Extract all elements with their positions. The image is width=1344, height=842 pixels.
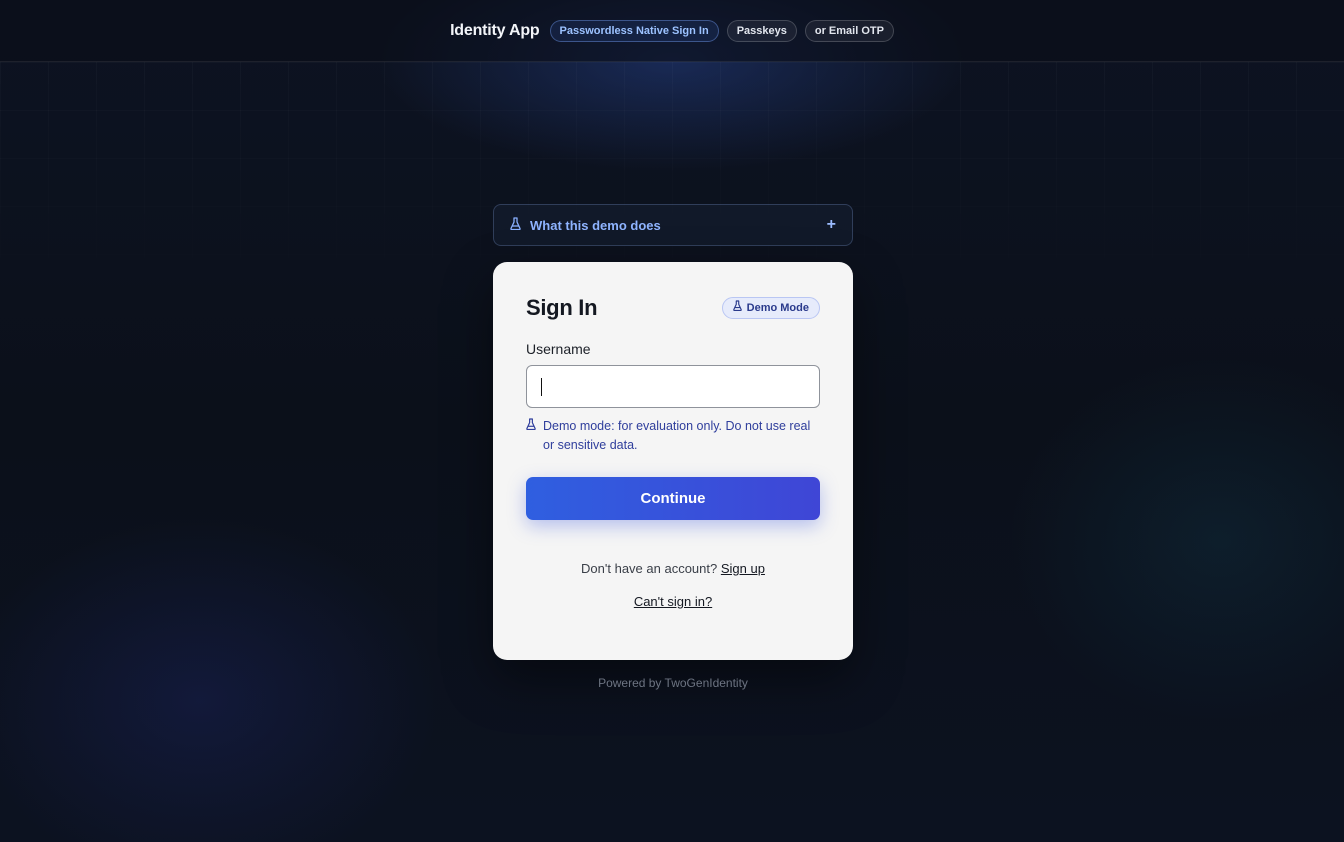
powered-by: Powered by TwoGenIdentity [598,676,748,690]
page-title: Sign In [526,295,598,320]
signup-row: Don't have an account? Sign up [526,561,820,576]
sign-in-card: Sign In Demo Mode Username Demo mode: fo… [493,262,853,660]
plus-icon[interactable]: + [827,216,836,234]
pill-passwordless: Passwordless Native Sign In [549,19,719,42]
hint-text: Demo mode: for evaluation only. Do not u… [543,419,811,452]
flask-icon [526,417,536,455]
cant-sign-in-row: Can't sign in? [526,594,820,609]
demo-mode-hint: Demo mode: for evaluation only. Do not u… [526,417,820,455]
pill-email-otp: or Email OTP [804,19,894,42]
pill-passkeys: Passkeys [726,19,797,42]
accordion-label: What this demo does [530,217,661,233]
top-bar: Identity App Passwordless Native Sign In… [0,0,1344,62]
flask-icon [732,298,742,318]
cant-sign-in-link[interactable]: Can't sign in? [634,594,712,609]
demo-mode-label: Demo Mode [746,302,809,314]
demo-info-accordion[interactable]: What this demo does + [493,204,853,246]
sign-up-link[interactable]: Sign up [721,561,765,576]
demo-mode-badge: Demo Mode [721,297,820,319]
username-input[interactable] [526,365,820,408]
text-caret [541,377,542,396]
card-header: Sign In Demo Mode [526,295,820,321]
continue-button[interactable]: Continue [526,477,820,520]
app-title: Identity App [450,21,540,39]
username-label: Username [526,341,591,357]
flask-icon [510,217,528,233]
signup-prompt: Don't have an account? [581,561,721,576]
